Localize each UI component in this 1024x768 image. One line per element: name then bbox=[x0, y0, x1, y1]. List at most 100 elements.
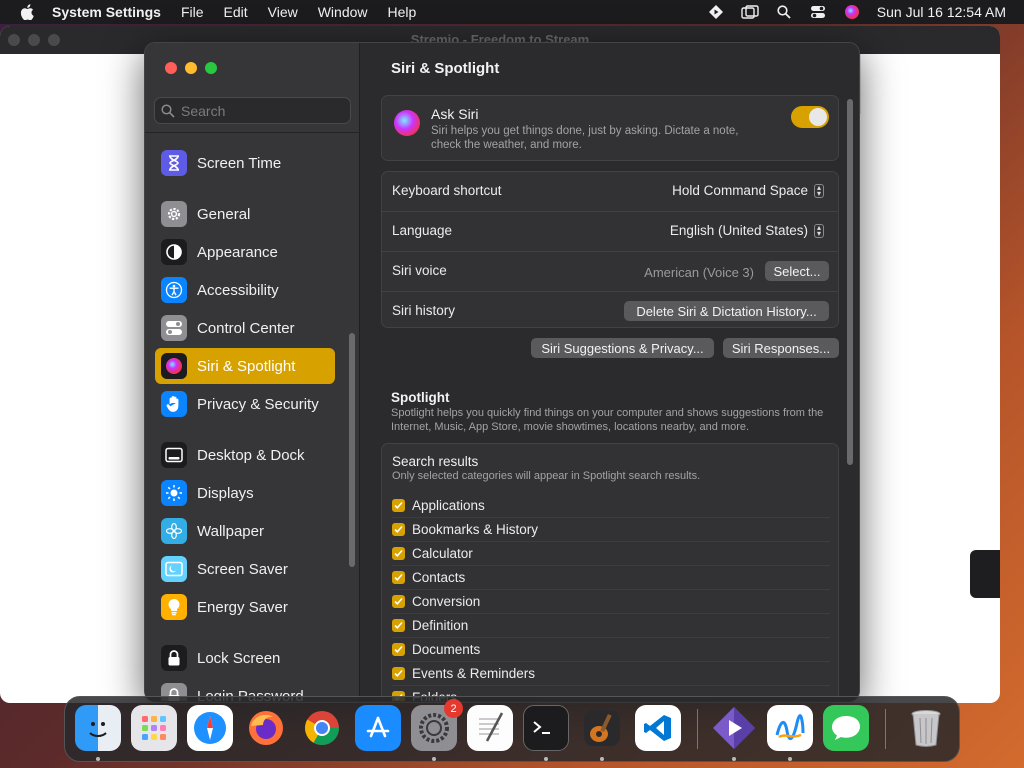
close-button[interactable] bbox=[165, 62, 177, 74]
zoom-button[interactable] bbox=[205, 62, 217, 74]
sidebar-item-lock-screen[interactable]: Lock Screen bbox=[155, 640, 335, 676]
checkbox[interactable] bbox=[392, 643, 405, 656]
siri-history-label: Siri history bbox=[392, 303, 456, 318]
checkbox[interactable] bbox=[392, 547, 405, 560]
firefox-icon[interactable] bbox=[243, 705, 289, 751]
menu-view[interactable]: View bbox=[268, 4, 298, 20]
textedit-icon[interactable] bbox=[467, 705, 513, 751]
category-row-definition[interactable]: Definition bbox=[392, 614, 830, 638]
running-indicator bbox=[788, 757, 792, 761]
sidebar-item-screen-saver[interactable]: Screen Saver bbox=[155, 551, 335, 587]
checkbox[interactable] bbox=[392, 523, 405, 536]
chrome-icon[interactable] bbox=[299, 705, 345, 751]
sidebar-item-displays[interactable]: Displays bbox=[155, 475, 335, 511]
sidebar-item-desktop-dock[interactable]: Desktop & Dock bbox=[155, 437, 335, 473]
garageband-icon[interactable] bbox=[579, 705, 625, 751]
hand-icon bbox=[161, 391, 187, 417]
content-scrollbar[interactable] bbox=[847, 99, 853, 465]
ask-siri-toggle[interactable] bbox=[791, 106, 829, 128]
checkbox[interactable] bbox=[392, 667, 405, 680]
category-row-applications[interactable]: Applications bbox=[392, 494, 830, 518]
menu-window[interactable]: Window bbox=[318, 4, 368, 20]
sidebar-item-energy-saver[interactable]: Energy Saver bbox=[155, 589, 335, 625]
checkbox[interactable] bbox=[392, 619, 405, 632]
accessibility-icon bbox=[161, 277, 187, 303]
sidebar-item-label: Lock Screen bbox=[197, 649, 281, 667]
checkbox[interactable] bbox=[392, 571, 405, 584]
finder-icon[interactable] bbox=[75, 705, 121, 751]
system-settings-window: Search Screen Time General Appearance Ac… bbox=[144, 42, 860, 702]
stremio-icon[interactable] bbox=[711, 705, 757, 751]
sidebar-item-control-center[interactable]: Control Center bbox=[155, 310, 335, 346]
stremio-panel bbox=[860, 54, 1000, 114]
category-row-documents[interactable]: Documents bbox=[392, 638, 830, 662]
app-store-icon[interactable] bbox=[355, 705, 401, 751]
sidebar-item-privacy-security[interactable]: Privacy & Security bbox=[155, 386, 335, 422]
dock-icon bbox=[161, 442, 187, 468]
search-input[interactable]: Search bbox=[154, 97, 351, 124]
category-row-events-reminders[interactable]: Events & Reminders bbox=[392, 662, 830, 686]
terminal-icon[interactable] bbox=[523, 705, 569, 751]
category-row-calculator[interactable]: Calculator bbox=[392, 542, 830, 566]
control-center-icon[interactable] bbox=[809, 3, 827, 21]
category-label: Contacts bbox=[412, 570, 466, 585]
keyboard-shortcut-label: Keyboard shortcut bbox=[392, 183, 502, 198]
category-row-contacts[interactable]: Contacts bbox=[392, 566, 830, 590]
launchpad-icon[interactable] bbox=[131, 705, 177, 751]
siri-responses-button[interactable]: Siri Responses... bbox=[723, 338, 839, 358]
sidebar-item-screen-time[interactable]: Screen Time bbox=[155, 145, 335, 181]
stremio-status-icon[interactable] bbox=[707, 3, 725, 21]
running-indicator bbox=[96, 757, 100, 761]
sidebar-item-label: Siri & Spotlight bbox=[197, 357, 296, 375]
trash-icon[interactable] bbox=[903, 705, 949, 751]
sidebar-item-label: Privacy & Security bbox=[197, 395, 319, 413]
menubar-clock[interactable]: Sun Jul 16 12:54 AM bbox=[877, 4, 1006, 20]
screen-saver-icon bbox=[161, 556, 187, 582]
menu-app-name[interactable]: System Settings bbox=[52, 4, 161, 20]
checkbox[interactable] bbox=[392, 595, 405, 608]
toggle-knob bbox=[809, 108, 827, 126]
menu-file[interactable]: File bbox=[181, 4, 204, 20]
category-row-conversion[interactable]: Conversion bbox=[392, 590, 830, 614]
sidebar-item-siri-spotlight[interactable]: Siri & Spotlight bbox=[155, 348, 335, 384]
appearance-icon bbox=[161, 239, 187, 265]
apple-menu-icon[interactable] bbox=[18, 3, 36, 21]
sidebar-item-accessibility[interactable]: Accessibility bbox=[155, 272, 335, 308]
category-label: Definition bbox=[412, 618, 469, 633]
siri-voice-value: American (Voice 3) bbox=[644, 265, 754, 280]
siri-suggestions-privacy-button[interactable]: Siri Suggestions & Privacy... bbox=[531, 338, 714, 358]
sidebar-item-label: Appearance bbox=[197, 243, 278, 261]
system-settings-dock-icon[interactable]: 2 bbox=[411, 699, 463, 751]
menu-help[interactable]: Help bbox=[388, 4, 417, 20]
gear-icon bbox=[161, 201, 187, 227]
sidebar-item-wallpaper[interactable]: Wallpaper bbox=[155, 513, 335, 549]
page-title: Siri & Spotlight bbox=[391, 60, 500, 77]
safari-icon[interactable] bbox=[187, 705, 233, 751]
sun-icon bbox=[161, 480, 187, 506]
minimize-button[interactable] bbox=[185, 62, 197, 74]
spotlight-search-icon[interactable] bbox=[775, 3, 793, 21]
ask-siri-title: Ask Siri bbox=[431, 106, 479, 122]
window-switcher-icon[interactable] bbox=[741, 3, 759, 21]
sidebar-item-appearance[interactable]: Appearance bbox=[155, 234, 335, 270]
vscode-icon[interactable] bbox=[635, 705, 681, 751]
keyboard-shortcut-popup[interactable]: Hold Command Space ▴ ▾ bbox=[672, 183, 824, 198]
keyboard-shortcut-value: Hold Command Space bbox=[672, 183, 808, 198]
select-voice-button[interactable]: Select... bbox=[765, 261, 829, 281]
search-results-card: Search results Only selected categories … bbox=[381, 443, 839, 701]
language-popup[interactable]: English (United States) ▴ ▾ bbox=[670, 223, 824, 238]
delete-history-button[interactable]: Delete Siri & Dictation History... bbox=[624, 301, 829, 321]
siri-menubar-icon[interactable] bbox=[843, 3, 861, 21]
siri-history-row: Siri history Delete Siri & Dictation His… bbox=[382, 292, 838, 332]
freeform-icon[interactable] bbox=[767, 705, 813, 751]
messages-icon[interactable] bbox=[823, 705, 869, 751]
checkbox[interactable] bbox=[392, 499, 405, 512]
category-row-bookmarks[interactable]: Bookmarks & History bbox=[392, 518, 830, 542]
spotlight-heading: Spotlight bbox=[391, 390, 450, 405]
sidebar-item-label: Wallpaper bbox=[197, 522, 264, 540]
dock-separator bbox=[885, 709, 886, 749]
menu-edit[interactable]: Edit bbox=[224, 4, 248, 20]
stremio-side-tab[interactable] bbox=[970, 550, 1000, 598]
sidebar-item-general[interactable]: General bbox=[155, 196, 335, 232]
sidebar-scrollbar[interactable] bbox=[349, 333, 355, 567]
